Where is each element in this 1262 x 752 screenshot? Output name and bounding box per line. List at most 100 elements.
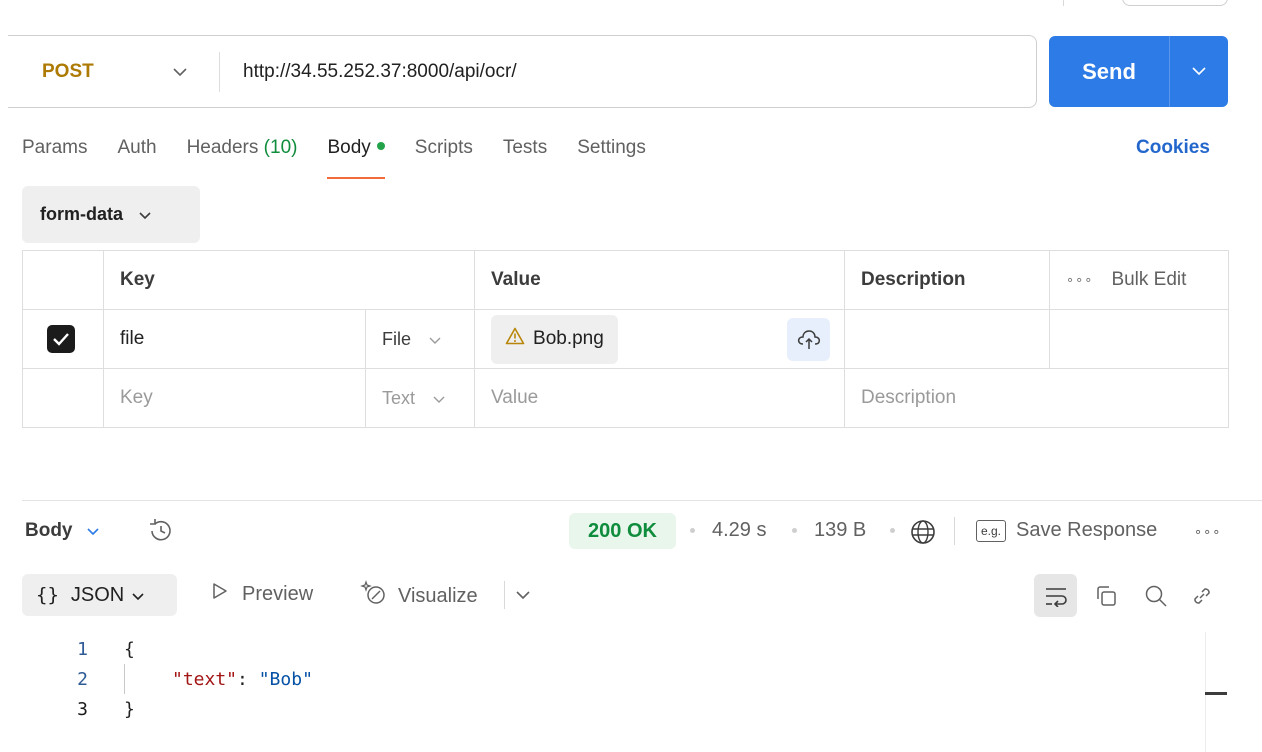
type-select[interactable]: Text (382, 388, 474, 409)
value-placeholder: Value (491, 387, 539, 408)
more-options-icon[interactable]: ∘∘∘ (1066, 272, 1093, 288)
response-body-label: Body (25, 520, 73, 541)
chevron-down-icon (132, 584, 144, 607)
chevron-down-icon (429, 329, 441, 350)
preview-button[interactable]: Preview (212, 582, 313, 606)
visualize-options-icon[interactable] (516, 587, 530, 605)
type-select[interactable]: File (382, 329, 474, 350)
search-button[interactable] (1134, 574, 1177, 617)
tab-label: Params (22, 137, 88, 158)
upload-button[interactable] (787, 318, 831, 361)
method-select[interactable]: POST (8, 36, 219, 107)
table-row: Key Text Value Description (22, 368, 1230, 428)
tab-label: Headers (186, 137, 259, 158)
table-header-row: Key Value Description ∘∘∘ Bulk Edit (22, 250, 1230, 310)
response-size[interactable]: 139 B (814, 519, 866, 542)
top-divider (1063, 0, 1064, 6)
description-cell[interactable] (844, 309, 1051, 369)
more-options-icon[interactable]: ∘∘∘ (1194, 524, 1221, 540)
line-number: 2 (77, 668, 88, 690)
separator-dot (890, 528, 895, 533)
tab-scripts[interactable]: Scripts (415, 137, 473, 181)
body-type-select[interactable]: form-data (22, 186, 200, 243)
description-cell[interactable]: Description (844, 368, 1230, 428)
url-input[interactable] (243, 60, 1003, 83)
chevron-down-icon (433, 388, 445, 409)
copy-button[interactable] (1084, 574, 1127, 617)
request-url-bar: POST (8, 35, 1037, 108)
file-chip[interactable]: Bob.png (491, 314, 618, 364)
key-placeholder: Key (120, 387, 153, 408)
row-enabled-checkbox[interactable] (47, 325, 75, 353)
value-cell[interactable]: Value (474, 368, 846, 428)
tab-tests[interactable]: Tests (503, 137, 547, 181)
code-line: 2 "text": "Bob" (60, 664, 313, 694)
file-name: Bob.png (533, 328, 604, 349)
type-cell[interactable]: Text (364, 368, 476, 428)
tab-label: Scripts (414, 137, 473, 158)
description-column-header: Description (844, 250, 1051, 310)
top-workspace-button[interactable] (1122, 0, 1228, 6)
row-checkbox-cell (22, 368, 104, 428)
visualize-button[interactable]: Visualize (360, 579, 478, 613)
line-number: 3 (77, 698, 88, 720)
chevron-down-icon (139, 204, 151, 225)
bulk-edit-header: ∘∘∘ Bulk Edit (1049, 250, 1230, 310)
body-type-label: form-data (40, 204, 124, 224)
indent-guide (124, 664, 125, 694)
value-column-header: Value (474, 250, 846, 310)
json-colon: : (237, 668, 259, 690)
type-label: Text (382, 387, 416, 408)
form-data-table: Key Value Description ∘∘∘ Bulk Edit file… (22, 250, 1230, 428)
save-response-button[interactable]: Save Response (1016, 519, 1157, 542)
braces-icon: {} (36, 584, 59, 606)
response-code-viewer[interactable]: 1 { 2 "text": "Bob" 3 } (60, 634, 313, 724)
wrap-lines-button[interactable] (1034, 574, 1077, 617)
response-time[interactable]: 4.29 s (712, 519, 766, 542)
row-actions-cell (1049, 309, 1230, 369)
code-text: { (124, 638, 135, 660)
chevron-down-icon (86, 520, 99, 542)
bulk-edit-button[interactable]: Bulk Edit (1111, 269, 1186, 291)
status-badge[interactable]: 200 OK (569, 513, 676, 549)
response-format-select[interactable]: {} JSON (22, 574, 177, 616)
table-row: file File Bob.png (22, 309, 1230, 369)
tab-label: Tests (502, 137, 548, 158)
headers-count: (10) (263, 137, 298, 158)
tab-label: Settings (577, 137, 646, 158)
preview-label: Preview (242, 582, 314, 605)
code-line: 1 { (60, 634, 313, 664)
tab-settings[interactable]: Settings (577, 137, 646, 181)
tab-auth[interactable]: Auth (117, 137, 156, 181)
history-icon[interactable] (146, 516, 176, 551)
key-cell[interactable]: Key (103, 368, 366, 428)
key-cell[interactable]: file (103, 309, 366, 369)
json-value: "Bob" (258, 668, 313, 690)
tab-headers[interactable]: Headers (10) (187, 137, 298, 181)
description-placeholder: Description (861, 387, 957, 408)
link-button[interactable] (1180, 574, 1223, 617)
key-column-header: Key (102, 250, 476, 310)
send-button[interactable]: Send (1049, 36, 1169, 107)
body-indicator-dot (376, 141, 385, 150)
scrollbar-thumb[interactable] (1205, 692, 1227, 695)
cookies-link[interactable]: Cookies (1136, 137, 1210, 159)
visualize-divider (504, 581, 505, 609)
example-icon[interactable]: e.g. (976, 520, 1006, 542)
url-divider (219, 51, 220, 92)
line-number: 1 (77, 638, 88, 660)
send-options-button[interactable] (1170, 36, 1228, 107)
row-checkbox-cell (22, 309, 104, 369)
response-body-select[interactable]: Body (25, 520, 99, 542)
tab-label: Auth (117, 137, 157, 158)
globe-icon[interactable] (909, 518, 937, 551)
value-cell[interactable]: Bob.png (474, 309, 846, 369)
tab-body[interactable]: Body (327, 137, 386, 181)
chevron-down-icon (173, 64, 187, 82)
play-icon (212, 582, 228, 606)
code-text: } (124, 698, 135, 720)
type-cell[interactable]: File (364, 309, 476, 369)
format-label: JSON (70, 583, 125, 606)
send-button-group: Send (1049, 36, 1228, 107)
tab-params[interactable]: Params (22, 137, 87, 181)
